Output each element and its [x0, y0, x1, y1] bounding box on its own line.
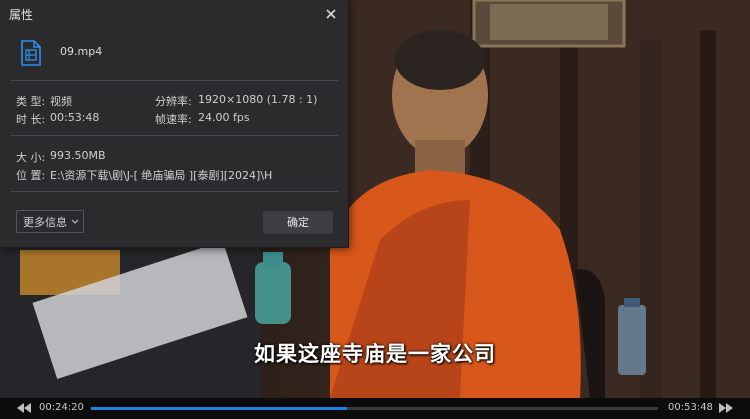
- framerate-label: 帧速率:: [155, 113, 192, 126]
- ok-button[interactable]: 确定: [263, 211, 333, 234]
- resolution-label: 分辨率:: [155, 95, 192, 108]
- seek-progress: [91, 407, 348, 410]
- divider: [10, 135, 338, 136]
- divider: [10, 191, 338, 192]
- framerate-value: 24.00 fps: [198, 111, 250, 124]
- dialog-title: 属性: [9, 8, 34, 22]
- divider: [10, 80, 338, 81]
- more-info-button[interactable]: 更多信息: [16, 210, 84, 233]
- size-value: 993.50MB: [50, 149, 106, 162]
- size-label: 大 小:: [16, 151, 46, 164]
- properties-dialog: 属性 09.mp4 类 型: 视频 分辨率: 1920×1080 (1.78 :…: [0, 0, 348, 247]
- video-file-icon: [21, 40, 41, 66]
- playback-bar: 00:24:20 00:53:48: [0, 398, 750, 419]
- resolution-value: 1920×1080 (1.78 : 1): [198, 93, 318, 106]
- subtitle: 如果这座寺庙是一家公司: [254, 342, 496, 366]
- location-value: E:\资源下载\剧\J-[ 绝庙骗局 ][泰剧][2024]\H: [50, 169, 273, 182]
- fast-forward-icon[interactable]: [719, 403, 733, 413]
- duration-value: 00:53:48: [50, 111, 100, 124]
- more-info-label: 更多信息: [23, 216, 67, 229]
- location-label: 位 置:: [16, 169, 46, 182]
- chevron-down-icon: [71, 219, 79, 224]
- rewind-icon[interactable]: [17, 403, 31, 413]
- duration-label: 时 长:: [16, 113, 46, 126]
- type-label: 类 型:: [16, 95, 46, 108]
- total-time: 00:53:48: [668, 402, 713, 413]
- current-time: 00:24:20: [39, 402, 84, 413]
- seek-bar[interactable]: [91, 407, 658, 410]
- type-value: 视频: [50, 95, 72, 108]
- file-name: 09.mp4: [60, 45, 103, 58]
- close-icon[interactable]: [321, 4, 341, 24]
